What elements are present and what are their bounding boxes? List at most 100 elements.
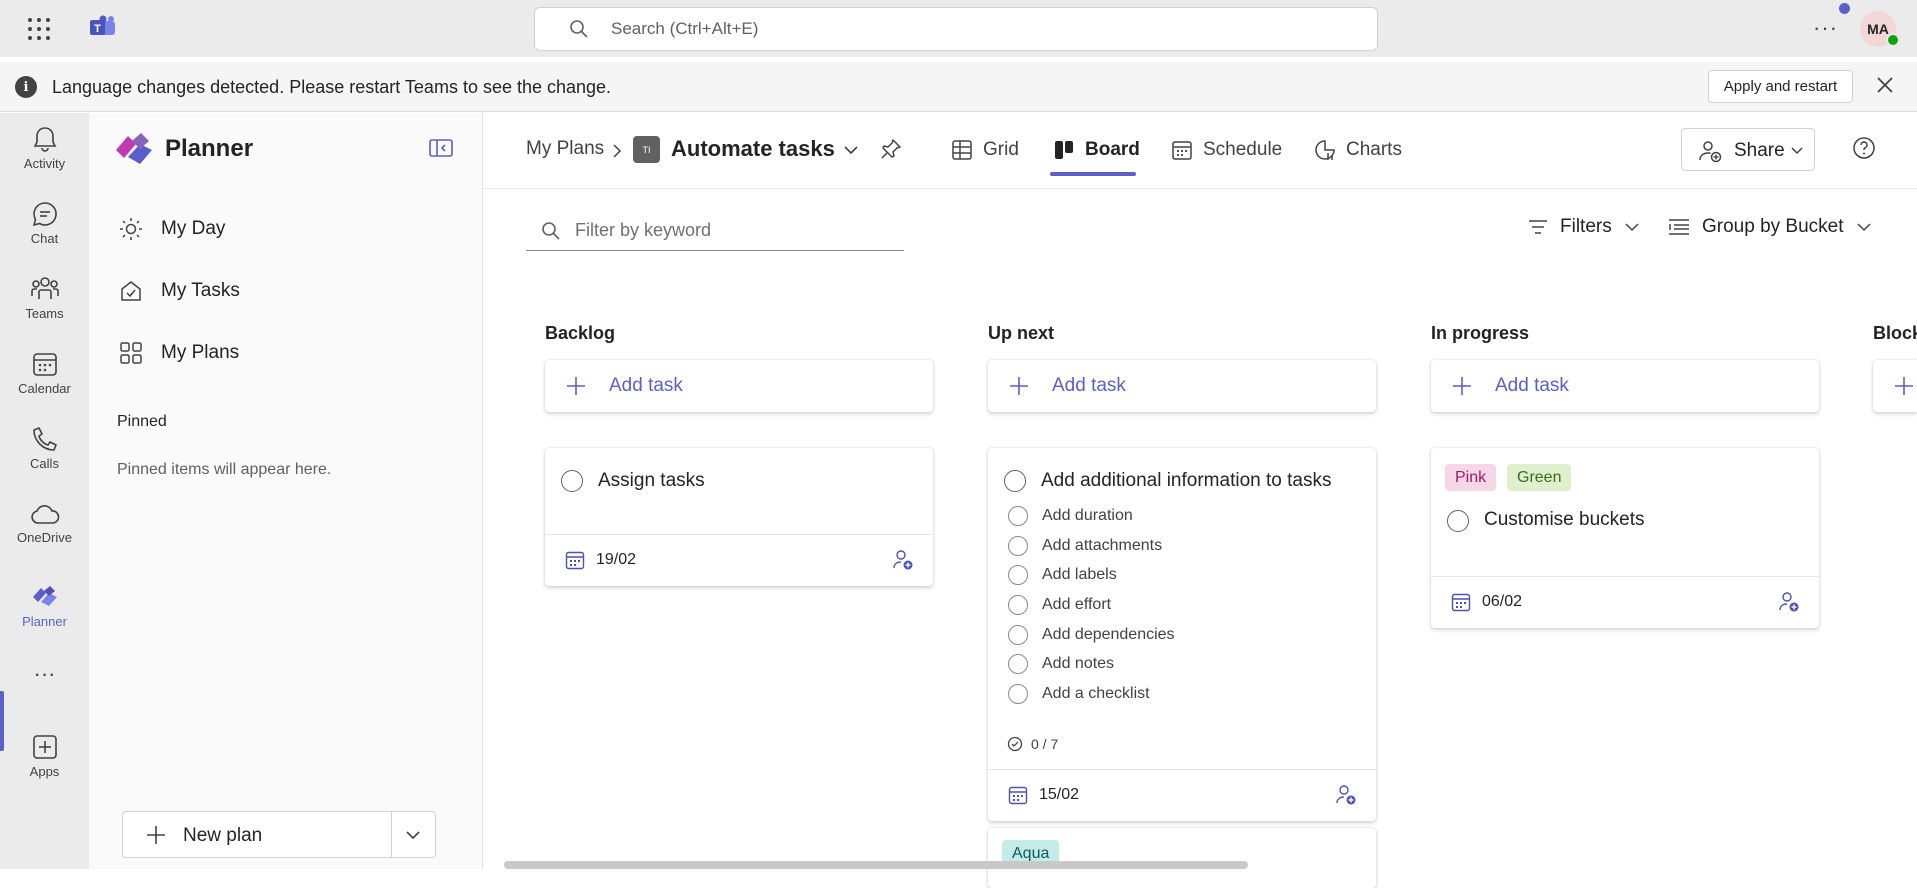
tab-schedule[interactable]: Schedule	[1171, 135, 1282, 165]
search-icon	[569, 19, 589, 39]
app-rail: Activity Chat Teams Calendar Calls OneDr…	[0, 113, 89, 869]
banner-message: Language changes detected. Please restar…	[52, 77, 612, 97]
tab-charts[interactable]: Charts	[1314, 135, 1402, 165]
pin-icon[interactable]	[880, 138, 902, 160]
task-title: Customise buckets	[1484, 509, 1645, 530]
task-title: Assign tasks	[598, 470, 705, 491]
checklist-item[interactable]: Add labels	[1008, 565, 1117, 585]
rail-item-teams[interactable]: Teams	[0, 275, 89, 321]
pinned-heading: Pinned	[117, 413, 167, 430]
checklist-item[interactable]: Add effort	[1008, 595, 1111, 615]
task-footer: 19/02	[545, 534, 933, 586]
complete-task-checkbox[interactable]	[1447, 510, 1469, 532]
bucket-title: In progress	[1431, 323, 1530, 343]
plan-badge: TI	[633, 136, 660, 163]
chat-icon	[32, 202, 57, 227]
active-tab-indicator	[1050, 172, 1136, 176]
assign-person-icon[interactable]	[1778, 591, 1800, 613]
info-icon: i	[15, 76, 37, 98]
search-input[interactable]: Search (Ctrl+Alt+E)	[534, 7, 1378, 51]
app-launcher-icon[interactable]	[28, 18, 58, 40]
filter-keyword-input[interactable]: Filter by keyword	[526, 209, 904, 251]
add-task-button[interactable]: Add task	[545, 360, 933, 412]
calendar-icon	[1171, 139, 1193, 161]
main-content: My Plans TI Automate tasks Grid Board Sc…	[483, 113, 1917, 888]
plan-title[interactable]: Automate tasks	[671, 136, 835, 162]
add-task-button[interactable]	[1873, 360, 1917, 412]
complete-task-checkbox[interactable]	[1004, 470, 1026, 492]
checklist-checkbox[interactable]	[1008, 684, 1028, 704]
help-icon[interactable]	[1852, 136, 1876, 160]
rail-item-onedrive[interactable]: OneDrive	[0, 503, 89, 545]
tab-board[interactable]: Board	[1053, 135, 1140, 165]
bell-icon	[33, 127, 56, 152]
planner-icon	[32, 586, 57, 606]
checklist-checkbox[interactable]	[1008, 565, 1028, 585]
rail-item-calendar[interactable]: Calendar	[0, 350, 89, 396]
rail-item-activity[interactable]: Activity	[0, 125, 89, 171]
new-plan-button[interactable]: New plan	[122, 811, 436, 858]
complete-task-checkbox[interactable]	[561, 470, 583, 492]
filters-button[interactable]: Filters	[1528, 216, 1640, 238]
breadcrumb-my-plans[interactable]: My Plans	[526, 138, 604, 160]
divider	[391, 812, 392, 857]
chevron-down-icon[interactable]	[404, 826, 422, 844]
checklist-checkbox[interactable]	[1008, 654, 1028, 674]
due-date: 19/02	[596, 551, 637, 568]
board-icon	[1053, 139, 1075, 161]
task-card[interactable]: Aqua	[988, 828, 1376, 888]
restart-banner: i Language changes detected. Please rest…	[0, 62, 1917, 112]
add-person-icon	[1698, 139, 1722, 163]
rail-more-button[interactable]: ···	[0, 661, 89, 687]
add-task-button[interactable]: Add task	[988, 360, 1376, 412]
checklist-checkbox[interactable]	[1008, 506, 1028, 526]
apply-and-restart-button[interactable]: Apply and restart	[1708, 70, 1853, 103]
sidebar-item-my-tasks[interactable]: My Tasks	[119, 279, 240, 303]
tasks-icon	[119, 279, 143, 303]
notification-dot	[1839, 3, 1850, 14]
grid-icon	[119, 341, 143, 365]
chevron-down-icon[interactable]	[843, 144, 859, 156]
label-pink: Pink	[1445, 464, 1497, 491]
due-date: 15/02	[1039, 786, 1080, 803]
checklist-item[interactable]: Add dependencies	[1008, 625, 1175, 645]
more-options-button[interactable]: ···	[1813, 15, 1838, 41]
group-by-button[interactable]: Group by Bucket	[1668, 216, 1872, 238]
checklist-item[interactable]: Add notes	[1008, 654, 1114, 674]
checklist-checkbox[interactable]	[1008, 625, 1028, 645]
task-card[interactable]: Add additional information to tasks Add …	[988, 448, 1376, 821]
phone-icon	[32, 427, 57, 451]
add-task-button[interactable]: Add task	[1431, 360, 1819, 412]
collapse-pane-icon[interactable]	[429, 138, 453, 158]
bucket-title: Block	[1873, 323, 1917, 343]
checklist-item[interactable]: Add duration	[1008, 506, 1133, 526]
close-icon[interactable]	[1875, 75, 1895, 95]
teams-logo-icon: T	[89, 15, 117, 41]
checklist-checkbox[interactable]	[1008, 595, 1028, 615]
cloud-icon	[30, 505, 59, 524]
assign-person-icon[interactable]	[1335, 784, 1357, 806]
task-footer: 06/02	[1431, 576, 1819, 628]
sidebar-item-my-day[interactable]: My Day	[119, 217, 225, 241]
task-card[interactable]: Assign tasks 19/02	[545, 448, 933, 586]
task-title: Add additional information to tasks	[1041, 470, 1332, 491]
share-button[interactable]: Share	[1681, 128, 1815, 171]
due-date: 06/02	[1482, 593, 1523, 610]
rail-item-apps[interactable]: Apps	[0, 733, 89, 779]
rail-item-planner[interactable]: Planner	[0, 583, 89, 629]
bucket-title: Up next	[988, 323, 1055, 343]
checklist-item[interactable]: Add a checklist	[1008, 684, 1150, 704]
horizontal-scrollbar[interactable]	[504, 861, 1248, 869]
plus-icon	[1009, 376, 1029, 396]
sidebar-item-my-plans[interactable]: My Plans	[119, 341, 239, 365]
checklist-checkbox[interactable]	[1008, 536, 1028, 556]
tab-grid[interactable]: Grid	[951, 135, 1019, 165]
checklist-item[interactable]: Add attachments	[1008, 536, 1162, 556]
filter-icon	[1528, 219, 1548, 235]
rail-item-calls[interactable]: Calls	[0, 425, 89, 471]
list-icon	[1668, 217, 1690, 237]
people-icon	[30, 277, 59, 299]
assign-person-icon[interactable]	[892, 549, 914, 571]
rail-item-chat[interactable]: Chat	[0, 200, 89, 246]
task-card[interactable]: Pink Green Customise buckets 06/02	[1431, 448, 1819, 628]
